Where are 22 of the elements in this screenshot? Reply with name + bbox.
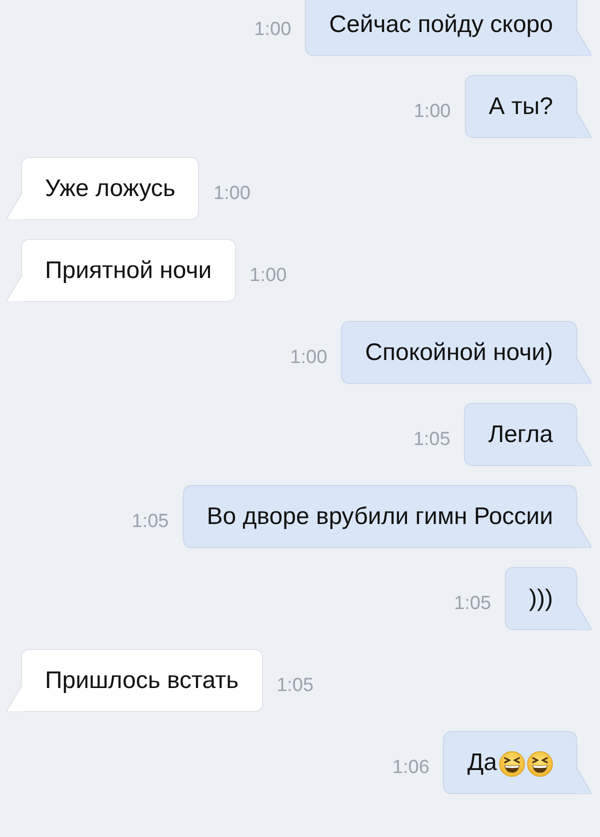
message-text: Во дворе врубили гимн России	[206, 502, 553, 530]
message-time: 1:00	[414, 100, 451, 122]
message-text: Да	[467, 748, 497, 776]
message-text: Легла	[488, 420, 553, 448]
message-time: 1:00	[213, 182, 250, 204]
message-text: Приятной ночи	[45, 256, 212, 284]
message-text: Пришлось встать	[45, 666, 239, 694]
message-time: 1:05	[454, 592, 492, 614]
message-text: Уже ложусь	[45, 174, 176, 202]
message-time: 1:00	[250, 264, 287, 286]
message-text: Спокойной ночи)	[365, 338, 553, 366]
message-time: 1:05	[413, 428, 450, 450]
message-text: Сейчас пойду скоро	[329, 10, 553, 38]
message-text: А ты?	[488, 92, 553, 120]
laughing-emoji-icon	[527, 750, 553, 776]
message-time: 1:05	[132, 510, 169, 532]
laughing-emoji-icon	[499, 750, 525, 776]
message-time: 1:06	[392, 756, 430, 778]
message-text: )))	[529, 584, 553, 612]
message-time: 1:00	[254, 18, 292, 40]
message-time: 1:05	[276, 674, 314, 696]
message-time: 1:00	[290, 346, 328, 368]
